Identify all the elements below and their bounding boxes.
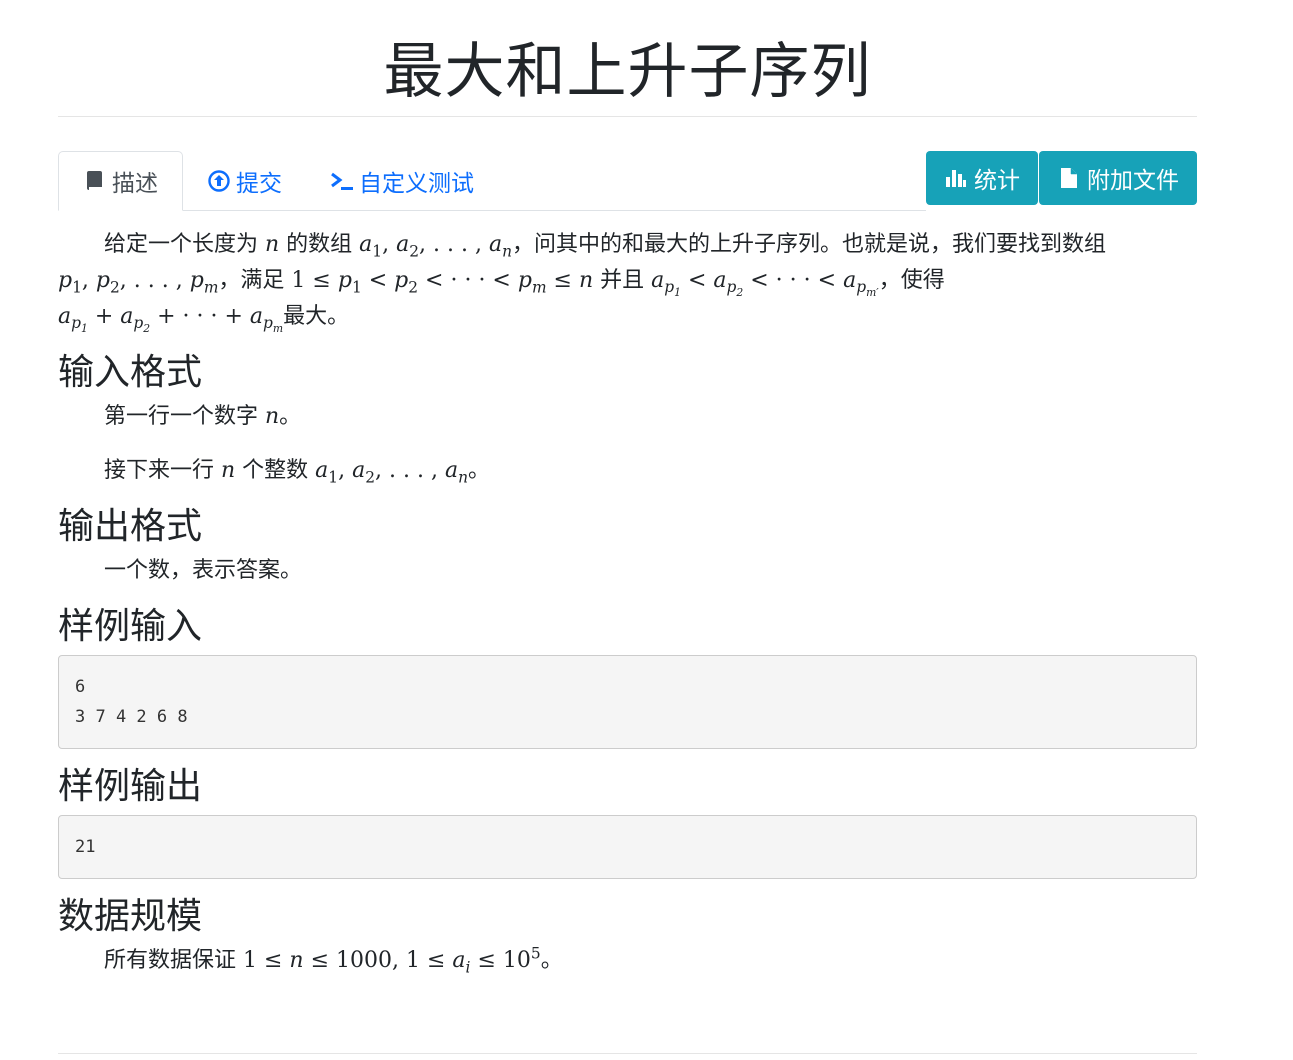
page-title: 最大和上升子序列 [58,0,1197,117]
sample-input-block[interactable]: 6 3 7 4 2 6 8 [58,655,1197,749]
action-buttons: 统计 附加文件 [926,151,1197,205]
section-heading-sample-output: 样例输出 [58,766,203,807]
terminal-icon [330,169,354,193]
section-heading-input: 输入格式 [58,352,203,393]
problem-container: 最大和上升子序列 描述 提交 自定义测试 统计 附加文件 给定一个长度为 n 的… [58,0,1197,979]
stats-button-label: 统计 [974,168,1020,194]
bottom-divider [58,1053,1197,1054]
file-icon [1057,166,1081,190]
section-heading-sample-input: 样例输入 [58,606,203,647]
stats-button[interactable]: 统计 [926,151,1038,205]
tab-custom-test-label: 自定义测试 [359,171,474,197]
tab-custom-test[interactable]: 自定义测试 [306,152,498,210]
upload-circle-icon [207,169,231,193]
attachments-button[interactable]: 附加文件 [1039,151,1197,205]
tab-bar: 描述 提交 自定义测试 [58,151,926,211]
sample-output-block[interactable]: 21 [58,815,1197,879]
tab-description-label: 描述 [112,171,158,197]
output-format-text: 一个数，表示答案。 [104,558,303,583]
tab-submit[interactable]: 提交 [183,152,306,210]
tab-description[interactable]: 描述 [58,151,183,211]
attachments-button-label: 附加文件 [1087,168,1179,194]
section-heading-output: 输出格式 [58,506,203,547]
book-icon [83,169,107,193]
nav-row: 描述 提交 自定义测试 统计 附加文件 [58,151,1197,211]
data-range-text: 所有数据保证 1 ≤ n ≤ 1000, 1 ≤ ai ≤ 105。 [104,944,563,977]
description-paragraph: 给定一个长度为 n 的数组 a1, a2, . . . , an，问其中的和最大… [58,232,1107,336]
problem-content: 给定一个长度为 n 的数组 a1, a2, . . . , an，问其中的和最大… [58,227,1197,979]
tab-submit-label: 提交 [236,171,282,197]
section-heading-data-range: 数据规模 [58,896,203,937]
input-format-line-1: 第一行一个数字 n。 [104,404,302,429]
bar-chart-icon [944,166,968,190]
input-format-line-2: 接下来一行 n 个整数 a1, a2, . . . , an。 [104,458,491,487]
